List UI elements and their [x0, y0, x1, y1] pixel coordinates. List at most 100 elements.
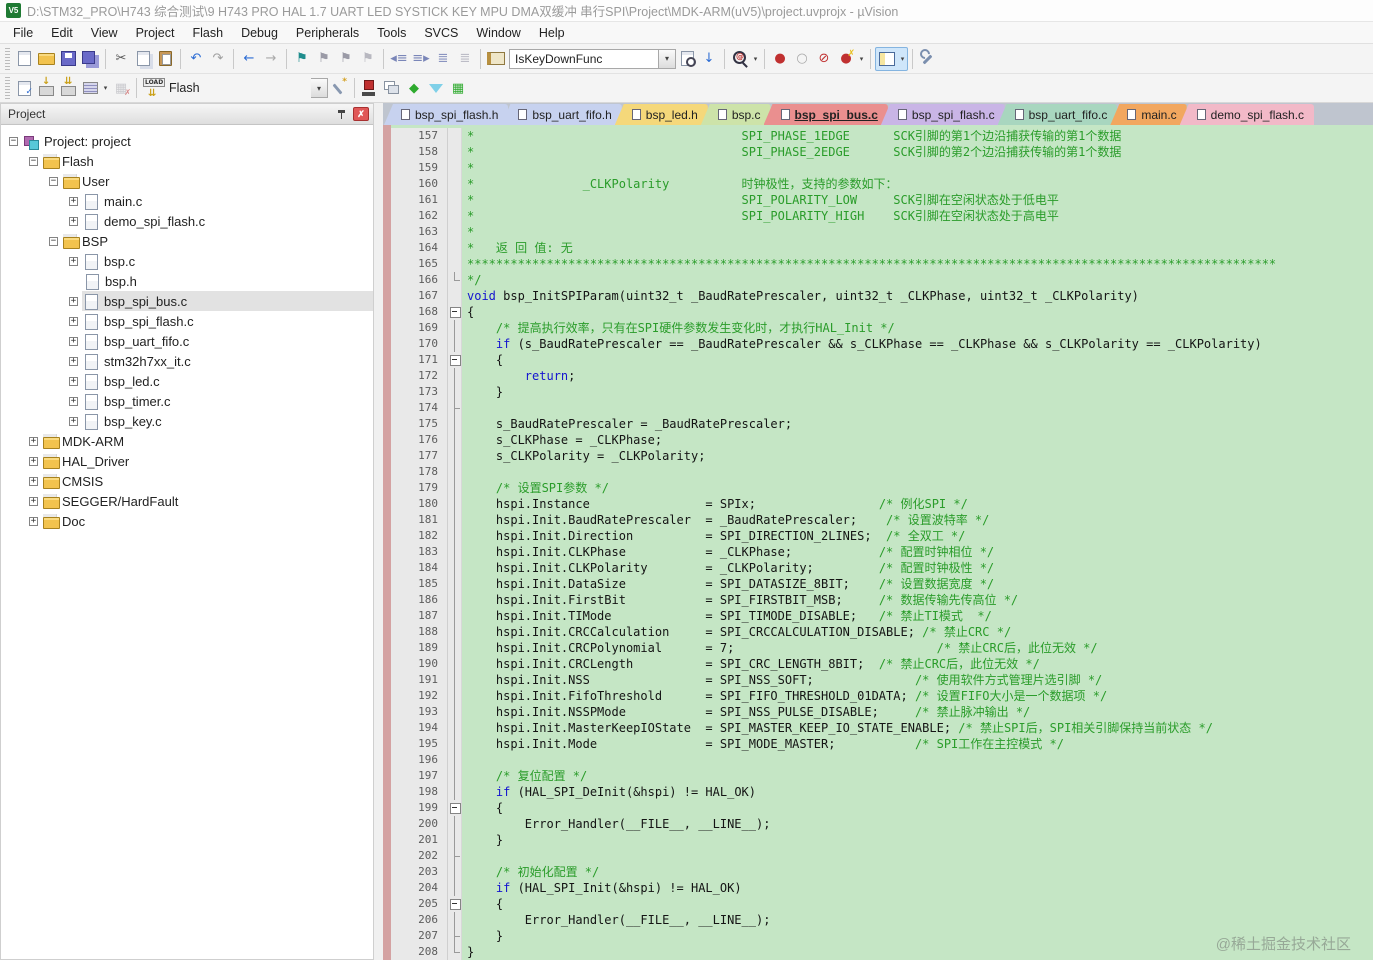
- tree-item-mdk-arm[interactable]: + MDK-ARM: [1, 431, 373, 451]
- tree-item-segger-hardfault[interactable]: + SEGGER/HardFault: [1, 491, 373, 511]
- breakpoint-disable-all-icon[interactable]: ⊘: [813, 48, 835, 70]
- fold-marker[interactable]: [448, 304, 462, 320]
- cut-icon[interactable]: ✂: [110, 48, 132, 70]
- tree-expander-icon[interactable]: −: [49, 176, 58, 186]
- tree-expander-icon[interactable]: +: [29, 456, 38, 466]
- tree-item-hal-driver[interactable]: + HAL_Driver: [1, 451, 373, 471]
- breakpoint-enable-icon[interactable]: ○: [791, 48, 813, 70]
- toolbar-drag-handle[interactable]: [5, 77, 10, 99]
- tree-expander-icon[interactable]: −: [9, 136, 18, 146]
- menu-view[interactable]: View: [82, 24, 127, 42]
- project-diamond-icon[interactable]: ◆: [403, 77, 425, 99]
- tree-item-bsp-c[interactable]: + bsp.c: [1, 251, 373, 271]
- tree-expander-icon[interactable]: −: [29, 156, 38, 166]
- menu-window[interactable]: Window: [467, 24, 529, 42]
- bookmark-clear-icon[interactable]: ⚑: [357, 48, 379, 70]
- tree-expander-icon[interactable]: +: [69, 336, 78, 346]
- tree-item-bsp-key-c[interactable]: + bsp_key.c: [1, 411, 373, 431]
- function-list-icon[interactable]: [485, 48, 507, 70]
- tree-expander-icon[interactable]: +: [69, 376, 78, 386]
- tree-expander-icon[interactable]: +: [69, 316, 78, 326]
- tree-item-bsp-spi-flash-c[interactable]: + bsp_spi_flash.c: [1, 311, 373, 331]
- menu-flash[interactable]: Flash: [183, 24, 232, 42]
- menu-file[interactable]: File: [4, 24, 42, 42]
- tree-expander-icon[interactable]: +: [69, 416, 78, 426]
- tab-main-c[interactable]: main.c: [1110, 104, 1187, 125]
- tree-item-demo-spi-flash-c[interactable]: + demo_spi_flash.c: [1, 211, 373, 231]
- paste-icon[interactable]: [154, 48, 176, 70]
- toolbar-drag-handle[interactable]: [5, 47, 10, 70]
- tree-item-main-c[interactable]: + main.c: [1, 191, 373, 211]
- manage-rte-icon[interactable]: [359, 77, 381, 99]
- indent-icon[interactable]: ≡▸: [410, 48, 432, 70]
- rebuild-all-icon[interactable]: ⇊: [57, 77, 79, 99]
- navigate-back-icon[interactable]: ←: [238, 48, 260, 70]
- tab-bsp_spi_bus-c[interactable]: bsp_spi_bus.c: [763, 104, 888, 125]
- copy-icon[interactable]: [132, 48, 154, 70]
- bookmark-next-icon[interactable]: ⚑: [335, 48, 357, 70]
- panel-splitter[interactable]: [374, 103, 383, 960]
- tree-expander-icon[interactable]: +: [29, 496, 38, 506]
- tree-item-bsp-led-c[interactable]: + bsp_led.c: [1, 371, 373, 391]
- breakpoint-insert-icon[interactable]: ●: [769, 48, 791, 70]
- build-icon[interactable]: ↓: [35, 77, 57, 99]
- tree-expander-icon[interactable]: +: [69, 296, 78, 306]
- translate-icon[interactable]: ✓: [13, 77, 35, 99]
- tree-expander-icon[interactable]: −: [49, 236, 58, 246]
- tree-item-stm32h7xx-it-c[interactable]: + stm32h7xx_it.c: [1, 351, 373, 371]
- menu-peripherals[interactable]: Peripherals: [287, 24, 368, 42]
- tree-expander-icon[interactable]: +: [69, 216, 78, 226]
- tab-bsp_uart_fifo-h[interactable]: bsp_uart_fifo.h: [501, 104, 622, 125]
- tab-bsp_spi_flash-c[interactable]: bsp_spi_flash.c: [880, 104, 1005, 125]
- tree-item-doc[interactable]: + Doc: [1, 511, 373, 531]
- configuration-wrench-icon[interactable]: [917, 48, 939, 70]
- comment-selection-icon[interactable]: ≣: [432, 48, 454, 70]
- find-symbol-icon[interactable]: @: [729, 48, 751, 70]
- dropdown-caret-icon[interactable]: ▾: [857, 49, 866, 69]
- menu-tools[interactable]: Tools: [368, 24, 415, 42]
- tree-item-bsp-h[interactable]: bsp.h: [1, 271, 373, 291]
- combo-dropdown-icon[interactable]: ▾: [659, 48, 676, 69]
- outdent-icon[interactable]: ◂≡: [388, 48, 410, 70]
- jump-to-reference-icon[interactable]: ↓: [698, 48, 720, 70]
- dropdown-caret-icon[interactable]: ▾: [751, 49, 760, 69]
- fold-marker[interactable]: [448, 896, 462, 912]
- navigate-forward-icon[interactable]: →: [260, 48, 282, 70]
- tree-expander-icon[interactable]: +: [29, 436, 38, 446]
- dropdown-caret-icon[interactable]: ▾: [101, 78, 110, 98]
- tree-item-flash[interactable]: − Flash: [1, 151, 373, 171]
- tree-item-bsp-timer-c[interactable]: + bsp_timer.c: [1, 391, 373, 411]
- current-function-combo[interactable]: IsKeyDownFunc: [509, 48, 659, 69]
- menu-help[interactable]: Help: [530, 24, 574, 42]
- tab-bsp-c[interactable]: bsp.c: [700, 104, 771, 125]
- menu-edit[interactable]: Edit: [42, 24, 82, 42]
- window-layout-icon[interactable]: [876, 48, 898, 70]
- tree-item-bsp-spi-bus-c[interactable]: + bsp_spi_bus.c: [1, 291, 373, 311]
- save-icon[interactable]: [57, 48, 79, 70]
- target-dropdown-icon[interactable]: ▾: [311, 78, 328, 98]
- dropdown-caret-icon[interactable]: ▾: [898, 49, 907, 69]
- breakpoint-kill-all-icon[interactable]: ✗: [835, 48, 857, 70]
- tree-expander-icon[interactable]: +: [29, 476, 38, 486]
- tree-expander-icon[interactable]: +: [69, 256, 78, 266]
- tab-bsp_led-h[interactable]: bsp_led.h: [614, 104, 708, 125]
- download-flash-icon[interactable]: ⇊: [141, 77, 166, 99]
- redo-icon[interactable]: ↷: [207, 48, 229, 70]
- stop-build-icon[interactable]: ✗: [110, 77, 132, 99]
- target-options-icon[interactable]: *: [328, 77, 350, 99]
- tree-item-bsp-uart-fifo-c[interactable]: + bsp_uart_fifo.c: [1, 331, 373, 351]
- close-icon[interactable]: ✗: [353, 107, 369, 121]
- undo-icon[interactable]: ↶: [185, 48, 207, 70]
- uncomment-selection-icon[interactable]: ≣: [454, 48, 476, 70]
- tree-item-cmsis[interactable]: + CMSIS: [1, 471, 373, 491]
- find-in-files-icon[interactable]: [676, 48, 698, 70]
- books-icon[interactable]: ▦: [447, 77, 469, 99]
- target-select-combo[interactable]: Flash: [163, 78, 311, 98]
- pin-icon[interactable]: [335, 108, 348, 121]
- filter-funnel-icon[interactable]: [425, 77, 447, 99]
- open-file-icon[interactable]: [35, 48, 57, 70]
- fold-marker[interactable]: [448, 800, 462, 816]
- menu-debug[interactable]: Debug: [232, 24, 287, 42]
- code-area[interactable]: 157 * SPI_PHASE_1EDGE SCK引脚的第1个边沿捕获传输的第1个…: [391, 125, 1373, 960]
- tree-item-bsp[interactable]: − BSP: [1, 231, 373, 251]
